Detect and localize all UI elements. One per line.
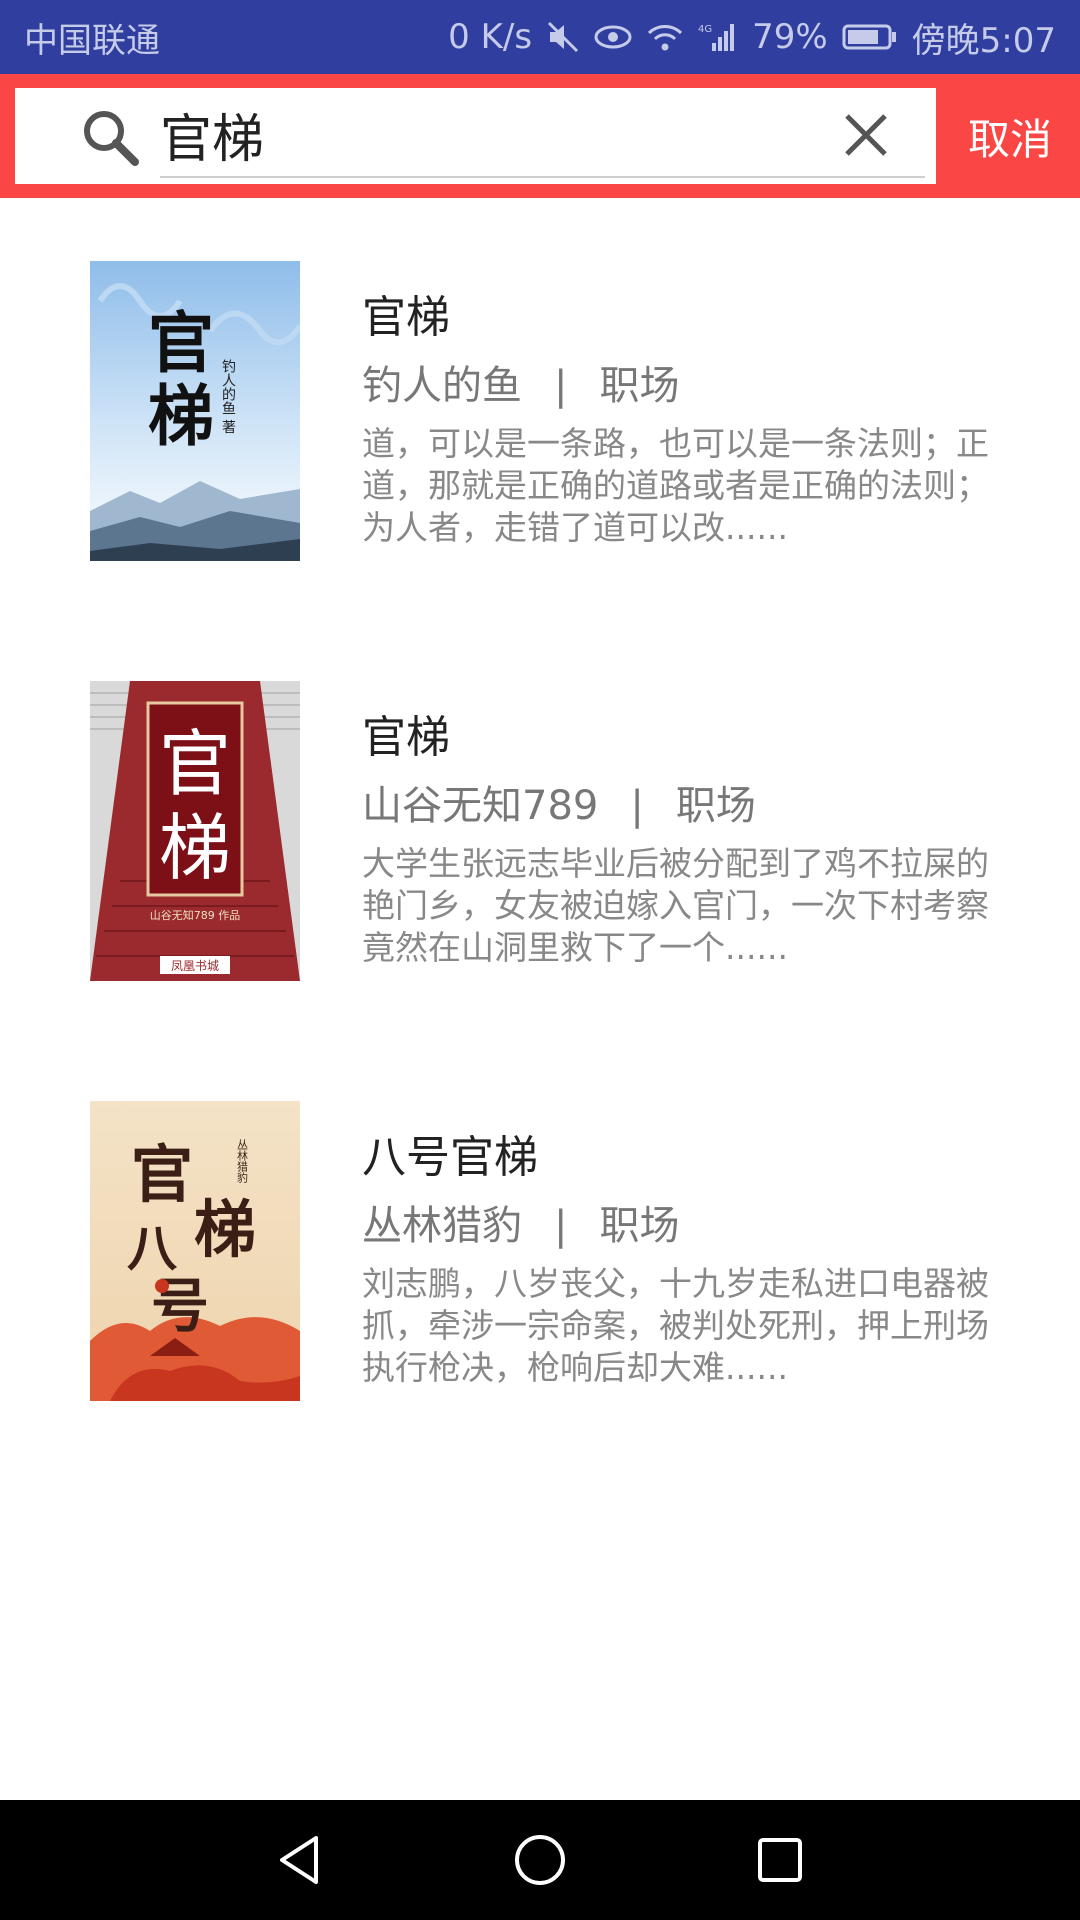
wifi-icon	[646, 21, 684, 53]
status-bar: 中国联通 0 K/s 4G 79% 傍晚5:07	[0, 0, 1080, 74]
book-title: 官梯	[362, 292, 450, 343]
meta-separator: |	[554, 363, 568, 409]
search-underline	[160, 176, 925, 178]
book-meta: 钓人的鱼 | 职场	[362, 353, 679, 411]
search-box	[15, 88, 936, 184]
back-icon[interactable]	[270, 1830, 330, 1890]
book-author: 丛林猎豹	[362, 1203, 522, 1249]
book-description: 刘志鹏，八岁丧父，十九岁走私进口电器被抓，牵涉一宗命案，被判处死刑，押上刑场执行…	[362, 1264, 989, 1387]
status-indicators: 0 K/s 4G 79% 傍晚5:07	[448, 13, 1056, 62]
list-item[interactable]: 官 梯 八 号 丛林猎豹 八号官梯 丛林猎豹 | 职场 刘志鹏，八岁丧父，十九岁走私…	[0, 1101, 1080, 1401]
book-title: 八号官梯	[362, 1132, 538, 1183]
cover-title-char: 官	[131, 1138, 193, 1211]
meta-separator: |	[630, 783, 644, 829]
book-category: 职场	[675, 783, 756, 829]
carrier-name: 中国联通	[24, 20, 160, 61]
book-description: 道，可以是一条路，也可以是一条法则；正道，那就是正确的道路或者是正确的法则；为人…	[362, 424, 989, 547]
battery-icon	[842, 23, 898, 51]
cover-title-char: 官	[159, 722, 231, 806]
mute-icon	[546, 20, 580, 54]
cover-title-char: 梯	[159, 806, 231, 890]
cover-author: 丛林猎豹	[236, 1139, 249, 1184]
search-input[interactable]	[160, 98, 800, 170]
book-title: 官梯	[362, 712, 450, 763]
book-cover: 官 梯 山谷无知789 作品 凤凰书城	[90, 681, 300, 981]
navigation-bar	[0, 1800, 1080, 1920]
book-meta: 丛林猎豹 | 职场	[362, 1193, 679, 1251]
list-item[interactable]: 官 梯 山谷无知789 作品 凤凰书城 官梯 山谷无知789 | 职场 大学生张远志…	[0, 681, 1080, 981]
cover-publisher: 凤凰书城	[171, 959, 219, 973]
clear-icon[interactable]	[841, 110, 891, 160]
network-speed: 0 K/s	[448, 17, 533, 57]
cover-title-char: 八	[127, 1219, 178, 1278]
search-icon	[81, 108, 139, 166]
book-meta: 山谷无知789 | 职场	[362, 773, 756, 831]
cancel-button[interactable]: 取消	[940, 74, 1080, 198]
book-category: 职场	[599, 1203, 680, 1249]
meta-separator: |	[554, 1203, 568, 1249]
signal-icon: 4G	[698, 21, 738, 53]
recents-icon[interactable]	[750, 1830, 810, 1890]
home-icon[interactable]	[510, 1830, 570, 1890]
book-description: 大学生张远志毕业后被分配到了鸡不拉屎的艳门乡，女友被迫嫁入官门，一次下村考察竟然…	[362, 844, 989, 967]
battery-percent: 79%	[752, 17, 828, 57]
book-cover: 官 梯 八 号 丛林猎豹	[90, 1101, 300, 1401]
book-cover: 官 梯 钓人的鱼 著	[90, 261, 300, 561]
search-header: 取消	[0, 74, 1080, 198]
cover-title-char: 梯	[194, 1193, 256, 1266]
clock: 傍晚5:07	[911, 20, 1056, 61]
cover-title-char: 梯	[148, 377, 214, 455]
book-author: 钓人的鱼	[362, 363, 522, 409]
svg-text:4G: 4G	[698, 24, 712, 35]
book-author: 山谷无知789	[362, 783, 599, 829]
eye-icon	[594, 22, 632, 52]
cover-title-char: 官	[148, 304, 214, 382]
cover-author: 山谷无知789 作品	[150, 908, 241, 922]
book-category: 职场	[599, 363, 680, 409]
cover-author: 钓人的鱼 著	[220, 359, 236, 434]
list-item[interactable]: 官 梯 钓人的鱼 著 官梯 钓人的鱼 | 职场 道，可以是一条路，也可以是一条法则；…	[0, 261, 1080, 561]
